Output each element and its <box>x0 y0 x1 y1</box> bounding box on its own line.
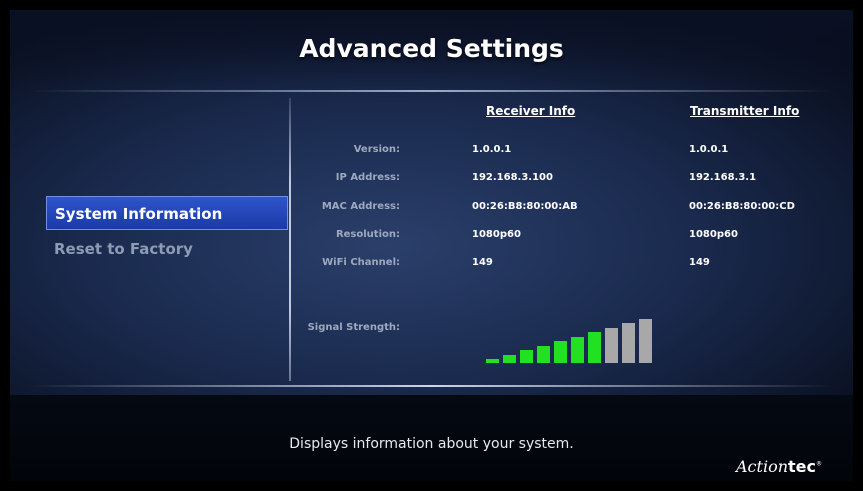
page-title: Advanced Settings <box>299 34 564 63</box>
resolution-label: Resolution: <box>335 229 400 240</box>
footer-divider <box>30 385 833 387</box>
receiver-info-header: Receiver Info <box>486 104 576 118</box>
tv-screen: Advanced Settings System Information Res… <box>10 10 853 481</box>
receiver-mac-address: 00:26:B8:80:00:AB <box>472 201 578 212</box>
logo-italic: Action <box>736 457 788 476</box>
signal-bar <box>554 341 567 363</box>
ip-address-label: IP Address: <box>335 172 400 183</box>
transmitter-ip-address: 192.168.3.1 <box>689 172 757 183</box>
signal-strength-meter <box>486 313 656 363</box>
signal-bar <box>571 336 584 363</box>
wifi-channel-label: WiFi Channel: <box>322 257 400 268</box>
transmitter-mac-address: 00:26:B8:80:00:CD <box>689 201 795 212</box>
signal-strength-label: Signal Strength: <box>307 322 400 333</box>
registered-mark: ® <box>815 460 822 468</box>
receiver-ip-address: 192.168.3.100 <box>472 172 553 183</box>
transmitter-info-header: Transmitter Info <box>690 104 800 118</box>
transmitter-version: 1.0.0.1 <box>689 144 729 155</box>
signal-bar <box>622 323 635 363</box>
receiver-resolution: 1080p60 <box>472 229 521 240</box>
receiver-version: 1.0.0.1 <box>472 144 512 155</box>
signal-bar <box>520 350 533 363</box>
actiontec-logo: Actiontec® <box>736 457 822 476</box>
signal-bar <box>503 354 516 363</box>
version-label: Version: <box>353 144 400 155</box>
signal-bar <box>486 359 499 363</box>
signal-bar <box>588 332 601 363</box>
transmitter-wifi-channel: 149 <box>689 257 710 268</box>
signal-bar <box>639 318 652 363</box>
signal-bar <box>537 345 550 363</box>
mac-address-label: MAC Address: <box>321 201 400 212</box>
logo-bold: tec <box>788 457 816 476</box>
title-divider <box>30 90 833 92</box>
receiver-wifi-channel: 149 <box>472 257 493 268</box>
signal-bar <box>605 327 618 363</box>
help-description: Displays information about your system. <box>289 436 574 452</box>
transmitter-resolution: 1080p60 <box>689 229 738 240</box>
